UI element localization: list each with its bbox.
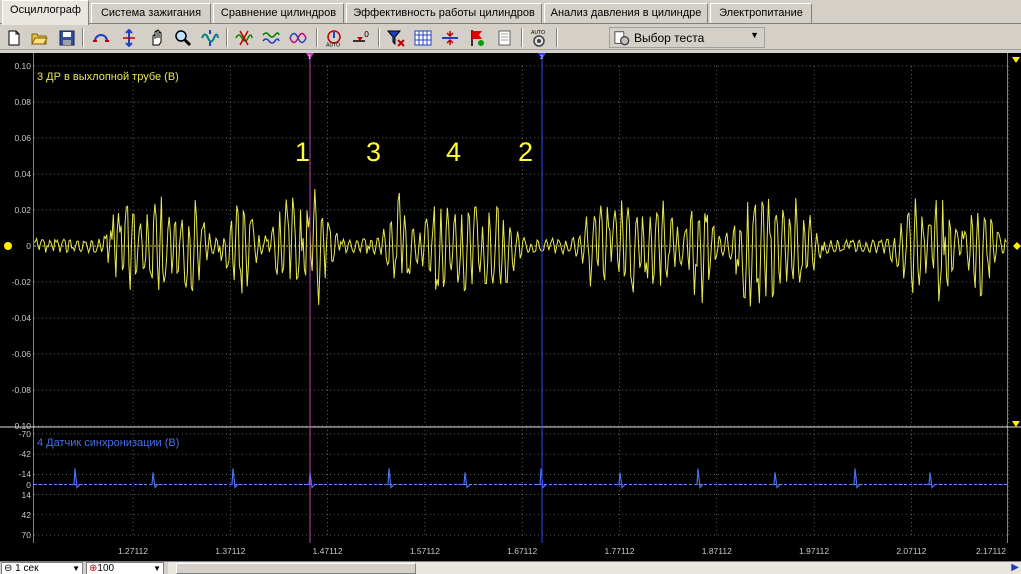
grid-table-icon[interactable] — [412, 27, 434, 48]
new-file-icon[interactable] — [3, 27, 25, 48]
x-tick-label: 2.07112 — [896, 546, 927, 556]
zero-level-icon[interactable]: 0 — [350, 27, 372, 48]
ch1-ytick: 0.02 — [14, 205, 31, 215]
channels-overlay-icon[interactable] — [260, 27, 282, 48]
x-tick-label: 1.57112 — [409, 546, 440, 556]
ch1-ytick: 0.10 — [14, 61, 31, 71]
ch2-ytick: -14 — [18, 469, 31, 480]
waveform-canvas[interactable]: 12 — [0, 53, 1021, 561]
x-tick-label: 1.47112 — [312, 546, 343, 556]
cylinder-marker-1: 1 — [295, 137, 311, 167]
x-tick-label: 1.97112 — [799, 546, 830, 556]
tab-cylinder-comparison[interactable]: Сравнение цилиндров — [213, 3, 344, 23]
zoom-value: 100 — [97, 563, 115, 574]
zoom-horizontal-icon[interactable] — [90, 27, 112, 48]
ch2-ytick: -42 — [18, 449, 31, 460]
zoom-select[interactable]: ⊕100 ▼ — [86, 562, 164, 574]
ch1-ytick: -0.02 — [11, 277, 31, 287]
save-icon[interactable] — [56, 27, 78, 48]
ch1-ytick: -0.04 — [11, 313, 31, 323]
scroll-thumb[interactable] — [176, 563, 416, 574]
ch2-ytick: 14 — [21, 489, 31, 500]
test-gear-icon — [614, 30, 630, 45]
ch1-ytick: 0.08 — [14, 97, 31, 107]
ch1-ytick: -0.08 — [11, 385, 31, 395]
test-select-label: Выбор теста — [634, 30, 705, 45]
test-select-dropdown[interactable]: Выбор теста ▼ — [609, 27, 765, 48]
tab-power-supply[interactable]: Электропитание — [710, 3, 812, 23]
cursor-measure-icon[interactable] — [233, 27, 255, 48]
chevron-down-icon: ▼ — [750, 30, 759, 40]
horizontal-scrollbar[interactable]: ▶ — [168, 562, 1021, 574]
ch2-ytick: 70 — [21, 530, 31, 540]
page-icon[interactable] — [493, 27, 515, 48]
ch1-ytick: -0.06 — [11, 349, 31, 359]
channel2-title: 4 Датчик синхронизации (В) — [37, 437, 180, 449]
cursor-1-label: 1 — [308, 55, 311, 61]
fit-signal-icon[interactable] — [199, 27, 221, 48]
auto-trigger-icon[interactable]: AUTO — [323, 27, 345, 48]
ch2-ytick: 42 — [21, 509, 31, 520]
sync-pulse — [926, 472, 936, 489]
ch1-top-marker — [1012, 57, 1020, 63]
x-tick-label: 1.37112 — [215, 546, 246, 556]
channel1-trace — [33, 188, 1007, 307]
hand-pan-icon[interactable] — [146, 27, 168, 48]
ch1-bottom-marker — [1012, 421, 1020, 427]
channel1-title: 3 ДР в выхлопной трубе (В) — [37, 71, 179, 83]
cylinder-marker-2: 2 — [518, 137, 534, 167]
x-tick-label: 1.77112 — [604, 546, 635, 556]
cylinder-marker-3: 3 — [366, 137, 382, 167]
x-tick-label: 1.27112 — [117, 546, 149, 556]
filter-icon[interactable] — [385, 27, 407, 48]
scroll-right-icon[interactable]: ▶ — [1011, 562, 1019, 573]
svg-text:AUTO: AUTO — [531, 30, 545, 36]
timebase-value: 1 сек — [15, 563, 39, 574]
tab-oscilloscope[interactable]: Осциллограф — [2, 0, 89, 25]
toolbar: AUTO 0 AUTO Выбор теста ▼ — [0, 25, 1021, 50]
auto-settings-icon[interactable]: AUTO — [528, 27, 550, 48]
ch1-ytick: 0 — [26, 241, 31, 251]
cursor-2-label: 2 — [540, 55, 543, 61]
tab-cylinder-efficiency[interactable]: Эффективность работы цилиндров — [346, 3, 542, 23]
divider-icon[interactable] — [439, 27, 461, 48]
timebase-select[interactable]: ⊖ 1 сек ▼ — [1, 562, 83, 574]
ch1-ytick: 0.04 — [14, 169, 31, 179]
x-tick-label: 2.17112 — [975, 546, 1007, 556]
zoom-vertical-icon[interactable] — [118, 27, 140, 48]
cylinder-marker-4: 4 — [446, 137, 462, 167]
ch2-ytick: -70 — [18, 429, 31, 439]
ch1-right-marker — [1013, 242, 1021, 250]
svg-text:AUTO: AUTO — [326, 42, 340, 47]
open-folder-icon[interactable] — [28, 27, 50, 48]
oscilloscope-view: 12 0.10 0.08 0.06 0.04 0.02 0 -0.02 -0.04 -0.06-… — [0, 53, 1021, 561]
magnifier-icon[interactable] — [172, 27, 194, 48]
flag-icon[interactable] — [466, 27, 488, 48]
x-tick-label: 1.67112 — [507, 546, 538, 556]
sync-pulse — [616, 472, 626, 489]
ch2-ytick: 0 — [26, 479, 31, 490]
tab-ignition-system[interactable]: Система зажигания — [91, 3, 211, 23]
tab-bar: Осциллограф Система зажигания Сравнение … — [0, 0, 1021, 25]
x-tick-label: 1.87112 — [701, 546, 732, 556]
channels-split-icon[interactable] — [287, 27, 309, 48]
svg-text:0: 0 — [364, 30, 369, 39]
ch1-ytick: 0.06 — [14, 133, 31, 143]
status-bar: ⊖ 1 сек ▼ ⊕100 ▼ ▶ — [0, 561, 1021, 574]
tab-cylinder-pressure[interactable]: Анализ давления в цилиндре — [544, 3, 708, 23]
